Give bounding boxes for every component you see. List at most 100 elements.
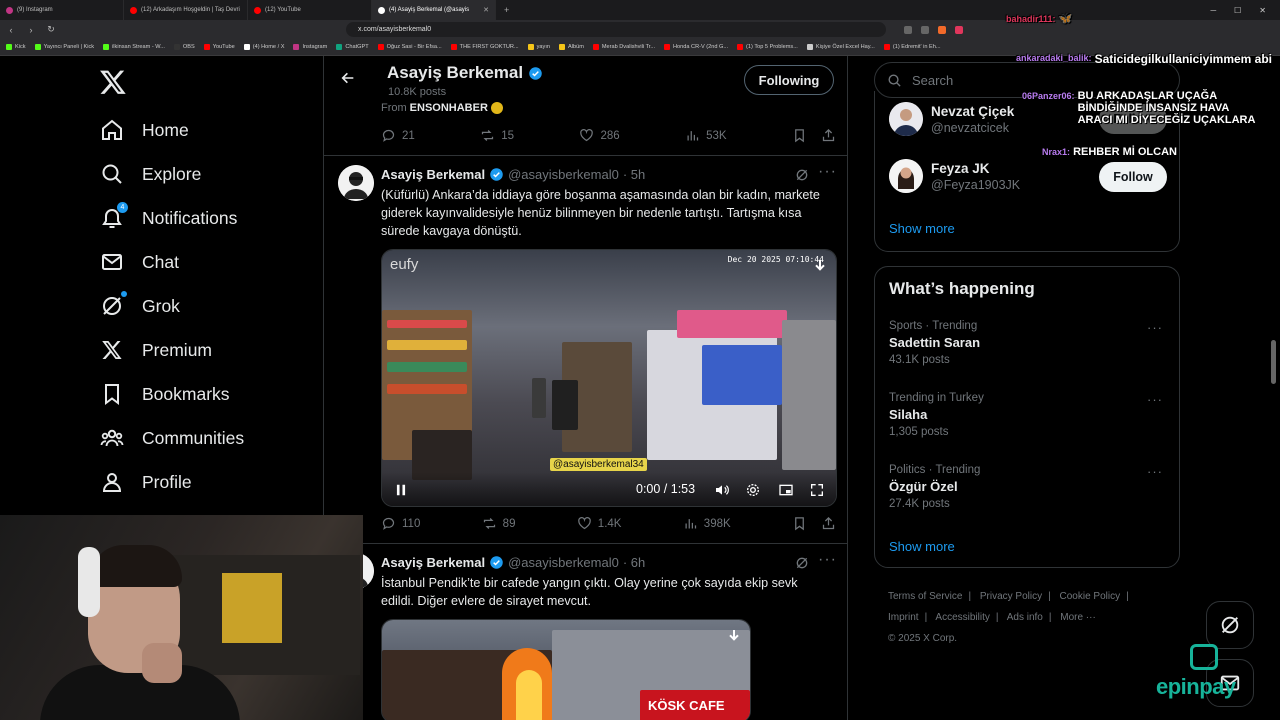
url-input[interactable]: x.com/asayisberkemal0 <box>346 22 886 37</box>
bookmark-item[interactable]: (4) Home / X <box>243 44 284 50</box>
nav-premium[interactable]: Premium <box>100 338 212 362</box>
browser-tab[interactable]: (12) YouTube <box>248 0 372 20</box>
nav-bookmarks[interactable]: Bookmarks <box>100 382 230 406</box>
footer-link[interactable]: Terms of Service <box>888 591 962 602</box>
nav-profile[interactable]: Profile <box>100 470 192 494</box>
close-tab-icon[interactable]: ✕ <box>483 6 489 14</box>
tweet-time[interactable]: · 5h <box>623 167 645 182</box>
video-player[interactable]: eufy Dec 20 2025 07:10:44 @asayisberkema… <box>382 250 836 506</box>
more-options-icon[interactable]: ··· <box>1147 392 1163 407</box>
author-handle[interactable]: @asayisberkemal0 <box>508 555 619 570</box>
bookmark-item[interactable]: THE FIRST GOKTUR... <box>450 44 519 50</box>
repost-button[interactable]: 89 <box>482 516 515 531</box>
share-icon[interactable] <box>821 516 836 531</box>
repost-button[interactable]: 15 <box>480 128 514 143</box>
grok-explain-icon[interactable] <box>794 167 810 183</box>
bookmark-item[interactable]: Kişiye Özel Excel Hay... <box>806 44 875 50</box>
reply-button[interactable]: 110 <box>381 516 420 531</box>
extension-icon[interactable] <box>955 25 963 34</box>
picture-in-picture-icon[interactable] <box>778 482 794 498</box>
back-arrow-icon[interactable] <box>340 70 356 86</box>
bookmark-item[interactable]: Albüm <box>559 44 584 50</box>
trend-title: Silaha <box>889 407 928 422</box>
bookmark-item[interactable]: ilkinsan Stream - W... <box>103 44 165 50</box>
from-source-line: From ENSONHABER <box>381 102 503 114</box>
bookmark-item[interactable]: ChatGPT <box>336 44 369 50</box>
show-more-link[interactable]: Show more <box>889 221 955 236</box>
tweet-video[interactable]: eufy Dec 20 2025 07:10:44 @asayisberkema… <box>381 249 837 507</box>
bookmark-item[interactable]: (1) Edremit' in Eh... <box>883 44 941 50</box>
bookmark-icon[interactable] <box>792 516 807 531</box>
footer-link[interactable]: Imprint <box>888 612 919 623</box>
communities-icon <box>100 429 124 447</box>
tweet-time[interactable]: · 6h <box>623 555 645 570</box>
nav-communities[interactable]: Communities <box>100 426 244 450</box>
author-handle[interactable]: @asayisberkemal0 <box>508 167 619 182</box>
bookmark-favicon-icon <box>34 44 41 50</box>
back-icon[interactable]: ‹ <box>6 25 16 35</box>
download-icon[interactable] <box>726 628 742 644</box>
browser-tab[interactable]: (9) Instagram <box>0 0 124 20</box>
extension-icon[interactable] <box>921 25 929 34</box>
author-name[interactable]: Asayiş Berkemal <box>381 167 485 182</box>
bookmark-item[interactable]: Honda CR-V (2nd G... <box>664 44 728 50</box>
follow-suggestion[interactable]: Feyza JK @Feyza1903JK <box>889 159 1020 193</box>
bookmark-item[interactable]: Merab Dvalishvili Tr... <box>592 44 655 50</box>
volume-icon[interactable] <box>714 482 730 498</box>
more-options-icon[interactable]: ··· <box>1147 464 1163 479</box>
brave-shield-icon[interactable] <box>938 25 946 34</box>
bookmark-item[interactable]: Kick <box>6 44 26 50</box>
avatar[interactable] <box>338 165 374 201</box>
bookmark-item[interactable]: Yayıncı Paneli | Kick <box>34 44 94 50</box>
grok-explain-icon[interactable] <box>794 555 810 571</box>
grok-floating-button[interactable] <box>1206 601 1254 649</box>
show-more-link[interactable]: Show more <box>889 539 955 554</box>
footer-link[interactable]: Accessibility <box>935 612 989 623</box>
fullscreen-icon[interactable] <box>809 482 825 498</box>
browser-tab-active[interactable]: (4) Asayiş Berkemal (@asayis ✕ <box>372 0 496 20</box>
nav-notifications[interactable]: 4 Notifications <box>100 202 237 230</box>
bookmark-item[interactable]: (1) Top 5 Problems... <box>737 44 798 50</box>
nav-explore[interactable]: Explore <box>100 162 201 186</box>
nav-chat[interactable]: Chat <box>100 250 179 274</box>
like-button[interactable]: 286 <box>579 128 620 143</box>
footer-link[interactable]: Privacy Policy <box>980 591 1042 602</box>
share-icon[interactable] <box>821 128 836 143</box>
trend-item[interactable]: Trending in Turkey Silaha 1,305 posts ··… <box>889 392 1167 438</box>
more-options-icon[interactable]: ··· <box>818 163 836 180</box>
footer-link[interactable]: Cookie Policy <box>1060 591 1121 602</box>
forward-icon[interactable]: › <box>26 25 36 35</box>
bookmark-icon[interactable] <box>792 128 807 143</box>
nav-grok[interactable]: Grok <box>100 291 180 318</box>
views-button[interactable]: 53K <box>685 128 727 143</box>
browser-tab[interactable]: (12) Arkadaşım Hoşgeldin | Taş Devri <box>124 0 248 20</box>
scrollbar[interactable] <box>1271 340 1276 384</box>
download-icon[interactable] <box>812 258 828 274</box>
pause-icon[interactable] <box>394 483 408 497</box>
from-source-name[interactable]: ENSONHABER <box>410 102 488 114</box>
follow-suggestion[interactable]: Nevzat Çiçek @nevzatcicek <box>889 102 1014 136</box>
author-name[interactable]: Asayiş Berkemal <box>381 555 485 570</box>
bookmark-item[interactable]: OBS <box>173 44 195 50</box>
settings-gear-icon[interactable] <box>745 482 761 498</box>
new-tab-button[interactable]: + <box>496 5 517 15</box>
views-button[interactable]: 398K <box>683 516 731 531</box>
bookmark-item[interactable]: Oğuz Sasi - Bir Efsa... <box>377 44 442 50</box>
more-options-icon[interactable]: ··· <box>818 551 836 568</box>
footer-link[interactable]: Ads info <box>1007 612 1043 623</box>
nav-home[interactable]: Home <box>100 118 189 142</box>
bookmark-item[interactable]: yayın <box>527 44 550 50</box>
following-button[interactable]: Following <box>744 65 834 95</box>
x-logo-icon[interactable] <box>99 68 127 96</box>
more-options-icon[interactable]: ··· <box>1147 320 1163 335</box>
tweet-image[interactable]: KÖSK CAFE <box>381 619 751 720</box>
bookmark-item[interactable]: YouTube <box>203 44 235 50</box>
trend-item[interactable]: Sports · Trending Sadettin Saran 43.1K p… <box>889 320 1167 366</box>
like-button[interactable]: 1.4K <box>577 516 621 531</box>
bookmark-item[interactable]: Instagram <box>293 44 327 50</box>
reply-button[interactable]: 21 <box>381 128 415 143</box>
footer-link[interactable]: More ··· <box>1060 612 1096 623</box>
extension-icon[interactable] <box>904 25 912 34</box>
trend-item[interactable]: Politics · Trending Özgür Özel 27.4K pos… <box>889 464 1167 510</box>
reload-icon[interactable]: ↻ <box>46 24 56 35</box>
